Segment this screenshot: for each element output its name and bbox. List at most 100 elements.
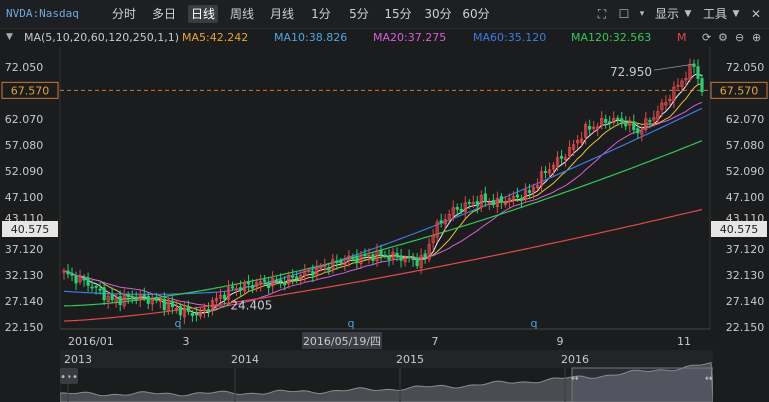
y-tick-label-r: 47.100 [726,191,765,204]
y-tick-label-l: 27.140 [5,295,44,308]
candle-body [335,261,339,263]
candle-body [162,298,166,311]
candle-body [423,253,427,258]
candle-body [620,118,624,123]
candle-body [399,255,403,261]
navigator-selection[interactable] [571,367,713,402]
close-icon[interactable]: ✕ [748,5,764,23]
candle-body [263,279,267,282]
chevron-down-icon[interactable]: ▼ [728,5,744,23]
candle-body [70,273,74,276]
period-tab-8[interactable]: 30分 [424,5,452,23]
high-annotation: 72.950 [610,65,652,79]
y-tick-label-l: 22.150 [5,321,44,334]
y-tick-label-l: 72.050 [5,61,44,74]
period-tab-9[interactable]: 60分 [462,5,490,23]
candle-body [86,278,90,286]
candle-body [407,256,411,258]
ma60-line [63,107,703,295]
ma5-value: MA5:42.242 [182,31,249,44]
event-marker[interactable]: q [348,317,355,330]
candle-body [190,312,195,316]
candle-body [608,121,612,124]
candle-body [379,250,383,256]
ma120-line [63,140,703,307]
candle-body [267,282,271,289]
period-tab-6[interactable]: 5分 [346,5,372,23]
candle-body [291,275,295,278]
x-axis-label: 7 [432,335,439,348]
zoom-in-icon[interactable]: ⊕ [752,30,761,45]
collapse-arrow-icon[interactable]: ▼ [6,30,13,45]
y-tick-label-l: 47.100 [5,191,44,204]
y-tick-label-l: 57.080 [5,139,44,152]
tools-menu[interactable]: 工具 [702,5,728,23]
chevron-down-icon[interactable]: ▼ [680,5,696,23]
candle-body [483,193,487,202]
x-axis-label: 11 [677,335,691,348]
navigator-handle-right-icon[interactable]: ↔ [705,374,713,384]
x-axis-label: 2016/05/19/四 [303,335,381,348]
period-tab-3[interactable]: 周线 [228,5,256,23]
period-tab-0[interactable]: 分时 [110,5,138,23]
ma250-line [63,208,703,322]
candle-body [238,287,243,290]
event-marker[interactable]: q [175,317,182,330]
candle-body [279,279,283,282]
period-tab-1[interactable]: 多日 [150,5,178,23]
ma10-value: MA10:38.826 [274,31,348,44]
candle-body [74,275,78,284]
navigator-year-label: 2013 [64,353,92,366]
period-tab-5[interactable]: 1分 [310,5,332,23]
ma250-value: M [677,31,687,44]
candle-body [467,202,471,204]
candle-body [411,258,415,261]
y-tick-label-r: 57.080 [726,139,765,152]
candle-body [222,294,227,300]
candle-body [102,287,106,301]
period-tab-7[interactable]: 15分 [384,5,412,23]
ma120-value: MA120:32.563 [571,31,652,44]
candlestick-chart[interactable]: 72.050 72.050 62.070 62.070 57.080 57.080 52.0… [0,47,769,350]
candle-body [327,266,331,271]
checkbox-icon[interactable]: ☐ [616,5,632,23]
candle-body [459,208,463,212]
display-menu[interactable]: 显示 [654,5,680,23]
period-tab-2[interactable]: 日线 [188,5,218,23]
crosshair-price-label: 67.570 [11,84,50,97]
fullscreen-icon[interactable]: ⛶ [594,5,610,23]
low-annotation: 24.405 [230,298,272,312]
candle-body [636,128,640,134]
period-tab-4[interactable]: 月线 [268,5,296,23]
candle-body [604,119,608,123]
candle-body [439,220,443,224]
zoom-out-icon[interactable]: ⊖ [735,30,744,45]
x-axis-label: 9 [557,335,564,348]
chart-toolbar: NVDA:Nasdaq 分时 多日 日线 周线 月线 1分 5分 15分 30分 60分 ⛶ ☐ … [0,0,769,29]
candle-body [339,260,343,264]
refresh-icon[interactable]: ⟳ [702,30,711,45]
svg-text:•••: ••• [60,372,78,383]
candle-body [154,299,158,301]
candle-body [355,256,359,263]
y-tick-label-l: 37.120 [5,243,44,256]
candle-body [275,279,279,282]
navigator-handle-left-icon[interactable]: ↔ [571,374,579,384]
symbol-label[interactable]: NVDA:Nasdaq [6,4,79,24]
dropdown-arrow-icon[interactable]: ▾ [634,5,650,23]
time-navigator[interactable]: ••• ↔ ↔ 2013 2014 2015 2016 [60,350,713,402]
event-marker[interactable]: q [531,317,538,330]
y-tick-label-r: 37.120 [726,243,765,256]
x-axis-label: 3 [183,335,190,348]
candle-body [387,256,391,260]
cursor-price-label: 40.575 [720,223,759,236]
y-tick-label-r: 62.070 [726,113,765,126]
settings-icon[interactable]: ⚙ [718,30,728,45]
candle-body [363,254,367,256]
candle-body [648,120,652,123]
candle-body [632,121,636,131]
y-tick-label-l: 62.070 [5,113,44,126]
candle-body [559,155,564,159]
ma-params[interactable]: MA(5,10,20,60,120,250,1,1) [24,30,179,45]
candle-body [475,201,479,207]
